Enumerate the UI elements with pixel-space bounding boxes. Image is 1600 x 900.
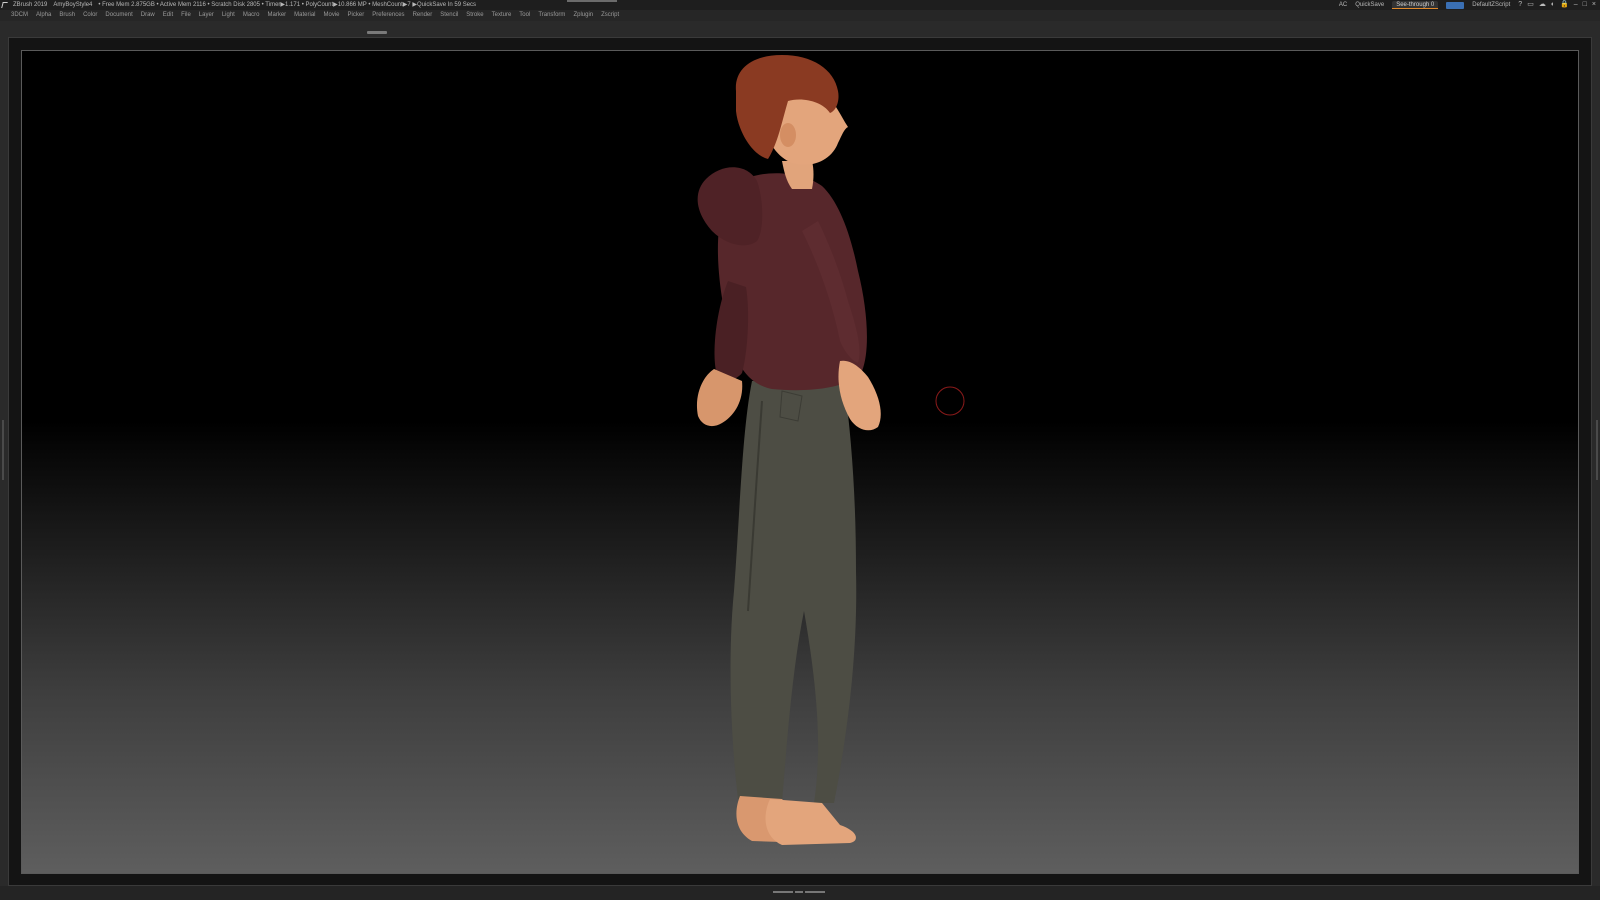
- document-name: AmyBoyStyle4: [53, 2, 93, 8]
- menu-item-marker[interactable]: Marker: [264, 10, 291, 21]
- shelf-drag-handle[interactable]: [367, 31, 387, 34]
- menu-item-macro[interactable]: Macro: [239, 10, 264, 21]
- upper-shelf: [0, 21, 1600, 37]
- see-through-fill: [1392, 8, 1439, 9]
- menu-item-material[interactable]: Material: [290, 10, 319, 21]
- menu-item-stroke[interactable]: Stroke: [462, 10, 487, 21]
- close-icon[interactable]: ×: [1592, 0, 1596, 10]
- hoodie: [697, 167, 867, 391]
- help-icon[interactable]: ?: [1518, 0, 1522, 10]
- character-model: [696, 55, 965, 845]
- menu-item-render[interactable]: Render: [409, 10, 437, 21]
- quicksave-button[interactable]: QuickSave: [1355, 0, 1384, 10]
- menu-item-movie[interactable]: Movie: [320, 10, 344, 21]
- menu-item-color[interactable]: Color: [79, 10, 101, 21]
- menu-item-document[interactable]: Document: [101, 10, 136, 21]
- menu-item-picker[interactable]: Picker: [344, 10, 369, 21]
- menu-item-preferences[interactable]: Preferences: [368, 10, 408, 21]
- layout-icon[interactable]: ▭: [1527, 0, 1534, 10]
- menu-item-zplugin[interactable]: Zplugin: [569, 10, 597, 21]
- app-name: ZBrush 2019: [13, 2, 48, 8]
- menu-item-brush[interactable]: Brush: [55, 10, 79, 21]
- zbrush-window: ZBrush 2019 AmyBoyStyle4 • Free Mem 2.87…: [0, 0, 1600, 900]
- minimize-icon[interactable]: –: [1574, 0, 1578, 10]
- cloud-icon[interactable]: ☁: [1539, 0, 1546, 10]
- menus-toggle-button[interactable]: [1446, 1, 1465, 9]
- theme-icon[interactable]: ◐: [1551, 0, 1555, 10]
- ac-button[interactable]: AC: [1339, 0, 1347, 10]
- viewport-canvas[interactable]: [21, 50, 1579, 874]
- menu-item-texture[interactable]: Texture: [488, 10, 516, 21]
- right-tray-handle[interactable]: [1596, 420, 1598, 480]
- main-menu-bar: 3DCM Alpha Brush Color Document Draw Edit File L…: [0, 10, 1600, 21]
- menu-item-draw[interactable]: Draw: [137, 10, 159, 21]
- hoodie-hood: [697, 167, 763, 246]
- title-status-bar: ZBrush 2019 AmyBoyStyle4 • Free Mem 2.87…: [0, 0, 1600, 10]
- menu-item-light[interactable]: Light: [218, 10, 239, 21]
- see-through-slider[interactable]: See-through 0: [1392, 1, 1439, 9]
- menu-item-edit[interactable]: Edit: [159, 10, 177, 21]
- menu-item-zscript[interactable]: Zscript: [597, 10, 623, 21]
- ear: [780, 123, 796, 147]
- brush-cursor-ring: [935, 386, 965, 416]
- maximize-icon[interactable]: □: [1583, 0, 1587, 10]
- bottom-tray-handle[interactable]: [773, 890, 827, 893]
- bottom-shelf: [0, 886, 1600, 900]
- right-foot: [765, 799, 856, 845]
- hoodie-back-sleeve: [714, 281, 749, 380]
- feet: [736, 796, 856, 845]
- status-readout: • Free Mem 2.875GB • Active Mem 2116 • S…: [98, 2, 477, 8]
- head: [735, 55, 848, 165]
- menu-item-alpha[interactable]: Alpha: [32, 10, 55, 21]
- left-tray-handle[interactable]: [2, 420, 4, 480]
- title-drag-indicator: [567, 0, 617, 2]
- pants: [730, 381, 857, 803]
- menu-item-transform[interactable]: Transform: [534, 10, 569, 21]
- menu-item-stencil[interactable]: Stencil: [436, 10, 462, 21]
- lock-icon[interactable]: 🔒: [1560, 0, 1569, 10]
- menu-item-tool[interactable]: Tool: [515, 10, 534, 21]
- menu-item-3dcm[interactable]: 3DCM: [7, 10, 32, 21]
- zbrush-logo-icon: [1, 2, 8, 8]
- menu-item-file[interactable]: File: [177, 10, 195, 21]
- menu-item-layer[interactable]: Layer: [195, 10, 218, 21]
- default-zscript-button[interactable]: DefaultZScript: [1472, 0, 1510, 10]
